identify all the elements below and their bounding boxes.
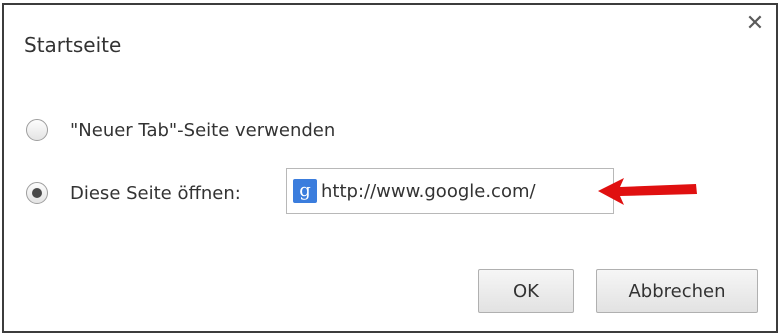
ok-button[interactable]: OK [478, 269, 574, 313]
radio-new-tab[interactable] [26, 119, 48, 141]
cancel-button[interactable]: Abbrechen [596, 269, 758, 313]
google-icon: g [293, 179, 317, 203]
option-open-page[interactable]: Diese Seite öffnen: [26, 182, 241, 204]
radio-open-page[interactable] [26, 182, 48, 204]
option-new-tab[interactable]: "Neuer Tab"-Seite verwenden [26, 119, 335, 141]
red-arrow-icon [598, 178, 697, 205]
homepage-url-field[interactable]: g [286, 168, 614, 214]
option-open-page-label: Diese Seite öffnen: [70, 182, 241, 204]
dialog-title: Startseite [24, 33, 122, 57]
url-input[interactable] [321, 180, 601, 202]
startseite-dialog: Startseite ✕ "Neuer Tab"-Seite verwenden… [2, 3, 778, 333]
option-new-tab-label: "Neuer Tab"-Seite verwenden [70, 119, 336, 141]
close-icon[interactable]: ✕ [744, 13, 766, 35]
